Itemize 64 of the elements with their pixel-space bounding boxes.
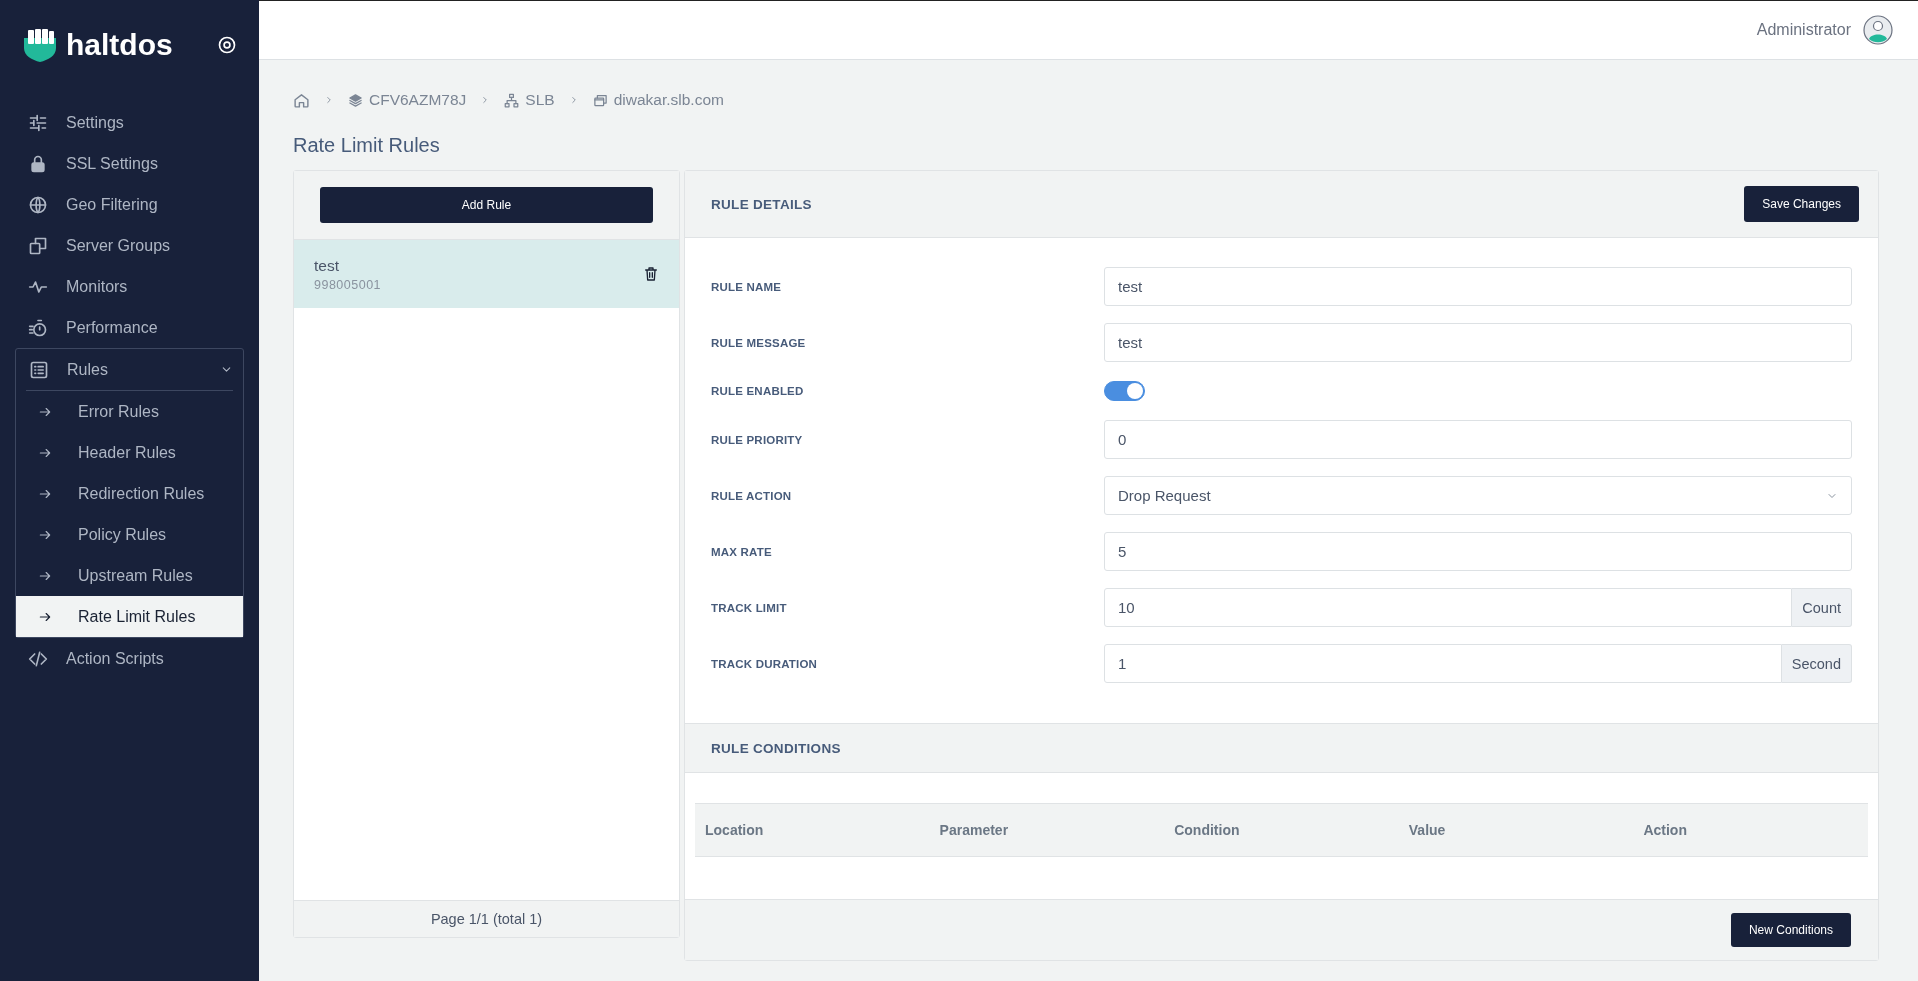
text-field[interactable]: test	[1104, 323, 1852, 362]
column-header: Location	[704, 822, 765, 838]
column-header: Condition	[1173, 822, 1241, 838]
stopwatch-icon	[28, 317, 48, 338]
rule-list-item[interactable]: test 998005001	[294, 240, 679, 308]
list-icon	[29, 359, 49, 380]
text-field[interactable]: 1	[1104, 644, 1782, 683]
chevron-right-icon	[324, 95, 334, 105]
sidebar-item[interactable]: SSL Settings	[0, 143, 259, 184]
page-title: Rate Limit Rules	[293, 134, 441, 157]
pagination-text: Page 1/1 (total 1)	[294, 900, 679, 937]
field-label: TRACK LIMIT	[711, 601, 788, 614]
sidebar-item[interactable]: Monitors	[0, 266, 259, 307]
column-header: Parameter	[938, 822, 1010, 838]
lock-icon	[28, 153, 48, 174]
unit-addon: Count	[1792, 588, 1852, 627]
column-header: Action	[1642, 822, 1688, 838]
rule-id: 998005001	[314, 277, 383, 292]
hierarchy-icon	[504, 92, 520, 108]
section-title: RULE CONDITIONS	[711, 740, 841, 756]
trash-icon[interactable]	[643, 265, 659, 283]
field-label: TRACK DURATION	[711, 657, 819, 670]
field-label: MAX RATE	[711, 545, 773, 558]
add-rule-button[interactable]: Add Rule	[320, 187, 653, 223]
target-icon[interactable]	[217, 35, 237, 55]
sidebar-item[interactable]: Action Scripts	[0, 638, 259, 679]
new-conditions-button[interactable]: New Conditions	[1730, 913, 1851, 947]
unit-addon: Second	[1781, 644, 1852, 683]
field-label: RULE NAME	[711, 280, 783, 293]
field-label: RULE PRIORITY	[711, 433, 804, 446]
sidebar-item[interactable]: Geo Filtering	[0, 184, 259, 225]
copy-icon	[28, 235, 48, 256]
sidebar-subitem[interactable]: Redirection Rules	[16, 473, 243, 514]
column-header: Value	[1407, 822, 1447, 838]
text-field[interactable]: 0	[1104, 420, 1852, 459]
field-label: RULE ACTION	[711, 489, 793, 502]
field-label: RULE ENABLED	[711, 385, 805, 397]
windows-icon	[592, 92, 608, 108]
sidebar-subitem[interactable]: Upstream Rules	[16, 555, 243, 596]
layers-icon	[348, 92, 363, 108]
sidebar-subitem[interactable]: Rate Limit Rules	[16, 596, 243, 637]
rule-name: test	[314, 256, 340, 275]
toggle-switch[interactable]	[1104, 381, 1145, 401]
globe-icon	[28, 194, 48, 215]
sidebar-subitem[interactable]: Header Rules	[16, 432, 243, 473]
select-dropdown[interactable]: Drop Request	[1104, 476, 1852, 515]
avatar-icon[interactable]	[1863, 15, 1893, 45]
field-label: RULE MESSAGE	[711, 336, 807, 349]
text-field[interactable]: test	[1104, 267, 1852, 306]
sidebar-item[interactable]: Server Groups	[0, 225, 259, 266]
user-name[interactable]: Administrator	[1756, 21, 1851, 39]
shield-logo-icon	[22, 28, 58, 62]
sidebar-item[interactable]: Rules	[16, 349, 243, 390]
sidebar-item[interactable]: Performance	[0, 307, 259, 348]
home-icon[interactable]	[293, 91, 310, 109]
section-title: RULE DETAILS	[711, 196, 812, 212]
sidebar-item[interactable]: Settings	[0, 102, 259, 143]
sidebar-subitem[interactable]: Policy Rules	[16, 514, 243, 555]
text-field[interactable]: 10	[1104, 588, 1793, 627]
sidebar-subitem[interactable]: Error Rules	[16, 391, 243, 432]
sliders-icon	[28, 112, 48, 133]
text-field[interactable]: 5	[1104, 532, 1852, 571]
brand-name: haltdos	[66, 28, 174, 62]
save-changes-button[interactable]: Save Changes	[1744, 186, 1859, 222]
